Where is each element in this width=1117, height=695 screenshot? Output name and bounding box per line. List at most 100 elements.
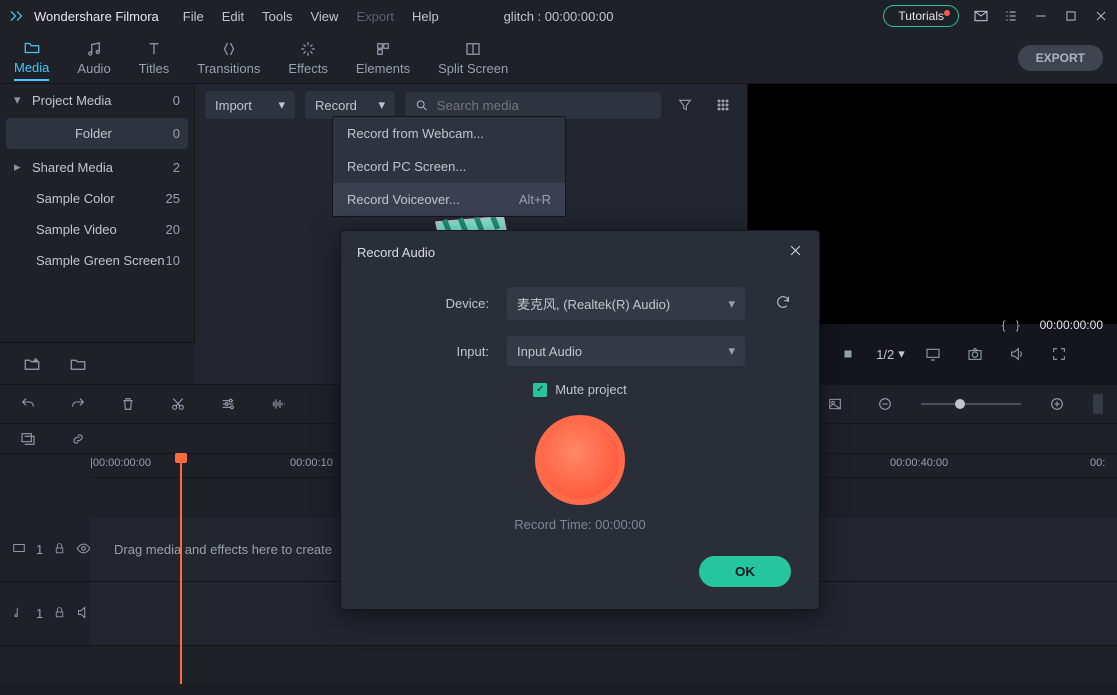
snapshot-icon[interactable] <box>961 340 989 368</box>
transition-icon <box>219 40 239 58</box>
lock-icon[interactable] <box>53 606 66 622</box>
refresh-icon[interactable] <box>775 294 791 313</box>
zoom-ratio[interactable]: 1/2▾ <box>876 346 905 362</box>
sidebar-item-folder[interactable]: Folder 0 <box>6 118 188 149</box>
close-icon[interactable] <box>788 243 803 261</box>
chevron-right-icon: ▸ <box>14 159 28 175</box>
sidebar-item-project-media[interactable]: ▾ Project Media 0 <box>0 84 194 116</box>
track-head-video: 1 <box>0 541 90 559</box>
chevron-down-icon: ▾ <box>278 97 285 113</box>
folder-icon[interactable] <box>64 350 92 378</box>
tab-transitions[interactable]: Transitions <box>197 36 260 80</box>
device-select[interactable]: 麦克风, (Realtek(R) Audio) ▾ <box>507 287 745 320</box>
zoom-slider[interactable] <box>921 403 1021 405</box>
menu-record-pc-screen[interactable]: Record PC Screen... <box>333 150 565 183</box>
volume-icon[interactable] <box>1003 340 1031 368</box>
chevron-down-icon: ▾ <box>14 92 28 108</box>
search-box[interactable] <box>405 92 661 119</box>
filter-icon[interactable] <box>671 91 699 119</box>
main-menu: File Edit Tools View Export Help <box>183 9 439 24</box>
input-label: Input: <box>369 344 489 359</box>
message-icon[interactable] <box>973 8 989 24</box>
undo-icon[interactable] <box>14 390 42 418</box>
sidebar-count: 2 <box>173 160 180 175</box>
meter-icon[interactable] <box>1093 394 1103 414</box>
sidebar-item-sample-video[interactable]: Sample Video 20 <box>0 214 194 245</box>
sidebar-item-sample-color[interactable]: Sample Color 25 <box>0 183 194 214</box>
mute-label: Mute project <box>555 382 627 397</box>
mute-project-row[interactable]: ✓ Mute project <box>369 382 791 397</box>
zoom-in-icon[interactable] <box>1043 390 1071 418</box>
speaker-icon[interactable] <box>76 605 91 623</box>
record-button[interactable] <box>535 415 625 505</box>
record-label: Record <box>315 98 357 113</box>
tab-titles-label: Titles <box>139 61 170 76</box>
export-button[interactable]: EXPORT <box>1018 45 1103 71</box>
tab-elements[interactable]: Elements <box>356 36 410 80</box>
sidebar-label: Folder <box>14 126 173 141</box>
ruler-tick: 00:00:40:00 <box>890 457 948 469</box>
menu-help[interactable]: Help <box>412 9 439 24</box>
display-icon[interactable] <box>919 340 947 368</box>
menu-record-webcam[interactable]: Record from Webcam... <box>333 117 565 150</box>
tab-split-screen[interactable]: Split Screen <box>438 36 508 80</box>
search-input[interactable] <box>437 98 651 113</box>
menu-file[interactable]: File <box>183 9 204 24</box>
tutorials-button[interactable]: Tutorials <box>883 5 959 27</box>
dialog-title: Record Audio <box>357 245 435 260</box>
menu-view[interactable]: View <box>310 9 338 24</box>
tab-audio-label: Audio <box>77 61 110 76</box>
chevron-down-icon: ▾ <box>728 296 735 312</box>
chevron-down-icon: ▾ <box>898 346 905 362</box>
add-folder-icon[interactable] <box>18 350 46 378</box>
brace-left: { <box>1002 318 1006 332</box>
layers-icon[interactable] <box>14 425 42 453</box>
tab-media[interactable]: Media <box>14 35 49 81</box>
shortcut-label: Alt+R <box>519 192 551 207</box>
tab-transitions-label: Transitions <box>197 61 260 76</box>
zoom-out-icon[interactable] <box>871 390 899 418</box>
ruler-tick: 00:00:10 <box>290 457 333 469</box>
waveform-icon[interactable] <box>264 390 292 418</box>
redo-icon[interactable] <box>64 390 92 418</box>
music-icon <box>84 40 104 58</box>
link-icon[interactable] <box>64 425 92 453</box>
fullscreen-icon[interactable] <box>1045 340 1073 368</box>
tab-titles[interactable]: Titles <box>139 36 170 80</box>
maximize-icon[interactable] <box>1063 8 1079 24</box>
settings-icon[interactable] <box>214 390 242 418</box>
record-audio-dialog: Record Audio Device: 麦克风, (Realtek(R) Au… <box>340 230 820 610</box>
picture-icon[interactable] <box>821 390 849 418</box>
delete-icon[interactable] <box>114 390 142 418</box>
checkbox-checked-icon[interactable]: ✓ <box>533 383 547 397</box>
record-dropdown[interactable]: Record ▾ <box>305 91 395 119</box>
sidebar-item-shared-media[interactable]: ▸ Shared Media 2 <box>0 151 194 183</box>
close-icon[interactable] <box>1093 8 1109 24</box>
app-name: Wondershare Filmora <box>34 9 159 24</box>
ruler-tick: |00:00:00:00 <box>90 457 151 469</box>
slider-knob[interactable] <box>955 399 965 409</box>
lock-icon[interactable] <box>53 542 66 558</box>
sparkle-icon <box>298 40 318 58</box>
minimize-icon[interactable] <box>1033 8 1049 24</box>
track-head-audio: 1 <box>0 605 90 623</box>
tab-audio[interactable]: Audio <box>77 36 110 80</box>
video-track-icon <box>12 541 26 558</box>
tab-effects[interactable]: Effects <box>288 36 328 80</box>
menu-export: Export <box>356 9 394 24</box>
import-dropdown[interactable]: Import ▾ <box>205 91 295 119</box>
input-value: Input Audio <box>517 344 582 359</box>
tab-effects-label: Effects <box>288 61 328 76</box>
menu-tools[interactable]: Tools <box>262 9 292 24</box>
stop-icon[interactable] <box>834 340 862 368</box>
playhead[interactable] <box>180 454 182 684</box>
input-select[interactable]: Input Audio ▾ <box>507 336 745 366</box>
ok-button[interactable]: OK <box>699 556 791 587</box>
eye-icon[interactable] <box>76 541 91 559</box>
menu-edit[interactable]: Edit <box>222 9 244 24</box>
sidebar-item-sample-green[interactable]: Sample Green Screen 10 <box>0 245 194 276</box>
grid-icon[interactable] <box>709 91 737 119</box>
menu-record-voiceover[interactable]: Record Voiceover... Alt+R <box>333 183 565 216</box>
list-icon[interactable] <box>1003 8 1019 24</box>
cut-icon[interactable] <box>164 390 192 418</box>
